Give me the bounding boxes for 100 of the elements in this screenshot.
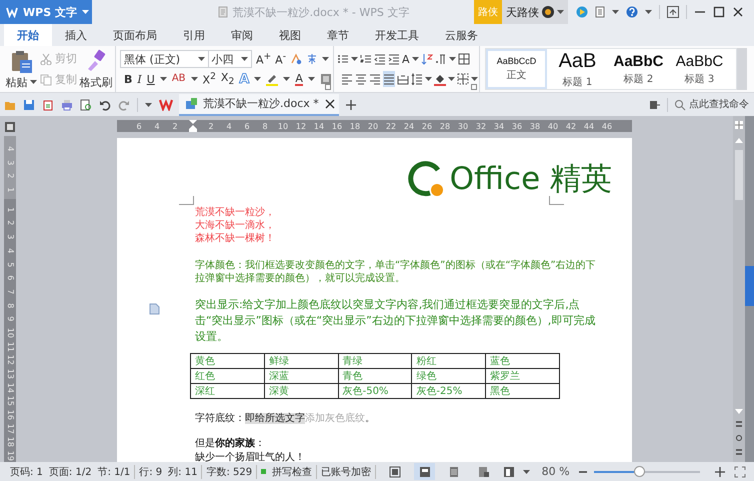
borders-icon[interactable]	[457, 73, 469, 85]
style-option[interactable]: AaB 标题 1	[547, 49, 608, 89]
ribbon-tab[interactable]: 插入	[52, 24, 100, 46]
caret-icon[interactable]	[351, 57, 358, 61]
reading-mode-icon[interactable]	[502, 466, 515, 478]
format-button[interactable]: A	[295, 72, 303, 86]
ribbon-tab[interactable]: 开始	[4, 24, 52, 46]
print-preview-icon[interactable]	[80, 98, 92, 110]
paste-button[interactable]: 粘贴	[4, 48, 38, 90]
ruler-number: 10	[276, 122, 290, 130]
document-tab[interactable]: 荒漠不缺一粒沙.docx *	[179, 94, 339, 116]
font-size-button[interactable]: A$^{-}$	[275, 52, 286, 66]
line-spacing-icon[interactable]	[411, 73, 423, 85]
align-button[interactable]	[383, 71, 395, 87]
ribbon-tab[interactable]: 章节	[314, 24, 362, 46]
outdent-icon[interactable]	[374, 53, 386, 65]
style-option[interactable]: AaBbCcD 正文	[486, 49, 547, 89]
format-button[interactable]: B	[124, 74, 132, 84]
format-button[interactable]: I	[137, 74, 142, 84]
printer-icon[interactable]	[61, 98, 73, 110]
ribbon-tab[interactable]: 云服务	[432, 24, 491, 46]
caret-icon[interactable]	[190, 77, 198, 81]
format-button[interactable]: A	[239, 72, 250, 86]
table-icon[interactable]	[458, 53, 470, 65]
caret-icon[interactable]	[322, 57, 329, 61]
previous-page-icon[interactable]	[734, 421, 744, 428]
indent-marker-icon[interactable]	[189, 120, 197, 132]
close-icon[interactable]	[324, 98, 336, 110]
caret-icon[interactable]	[557, 10, 564, 14]
caret-icon[interactable]	[145, 102, 152, 106]
caret-icon[interactable]	[425, 77, 432, 81]
export-icon[interactable]	[42, 98, 54, 110]
caret-icon[interactable]	[522, 470, 530, 474]
shading-icon[interactable]	[320, 73, 332, 85]
caret-icon[interactable]	[448, 57, 456, 61]
new-tab-icon[interactable]	[345, 98, 357, 110]
highlighter-icon[interactable]	[266, 72, 278, 86]
view-mode-icon	[478, 466, 490, 478]
font-size-field[interactable]: 小四	[208, 50, 252, 68]
view-mode-button[interactable]	[414, 463, 436, 480]
caret-icon[interactable]	[283, 77, 290, 81]
pin-icon[interactable]	[649, 98, 661, 110]
format-button[interactable]: X$_{2}$	[220, 72, 234, 86]
status-item: 节: 1/1	[98, 466, 130, 478]
split-view-icon[interactable]	[734, 120, 744, 130]
play-icon[interactable]	[576, 6, 588, 18]
app-menu-button[interactable]: WPS 文字	[0, 0, 92, 24]
caret-icon[interactable]	[448, 77, 455, 81]
ribbon-tab[interactable]: 页面布局	[100, 24, 170, 46]
coin-icon[interactable]	[542, 6, 554, 18]
gallery-scrollbar[interactable]	[737, 48, 747, 90]
caret-icon[interactable]	[612, 10, 619, 14]
spell-check-button[interactable]: 拼写检查	[272, 464, 312, 478]
caret-icon[interactable]	[645, 10, 652, 14]
change-case-button[interactable]: A	[402, 54, 410, 64]
clear-format-icon[interactable]	[290, 53, 302, 65]
tab-stop-icon[interactable]	[4, 121, 16, 133]
save-icon[interactable]	[23, 98, 35, 110]
zoom-slider-thumb[interactable]	[634, 466, 646, 476]
style-option[interactable]: AaBbC 标题 2	[608, 49, 669, 89]
zoom-in-icon[interactable]	[714, 466, 726, 478]
caret-icon[interactable]	[254, 77, 262, 81]
bullets-icon[interactable]	[337, 53, 349, 65]
command-search-field[interactable]: 点此查找命令	[674, 98, 754, 110]
font-name-field[interactable]: 黑体 (正文)	[120, 50, 209, 68]
style-option[interactable]: AaBbC 标题 3	[669, 49, 730, 89]
ribbon-tab[interactable]: 引用	[170, 24, 218, 46]
ribbon-tab[interactable]: 开发工具	[362, 24, 432, 46]
numbering-icon[interactable]	[360, 53, 372, 65]
format-button[interactable]: AB	[172, 74, 186, 84]
paragraph-marks-icon[interactable]	[434, 53, 447, 65]
fill-bucket-icon[interactable]	[434, 72, 446, 86]
ribbon-tab[interactable]: 视图	[266, 24, 314, 46]
indent-icon[interactable]	[388, 53, 400, 65]
caret-icon[interactable]	[308, 77, 315, 81]
help-icon[interactable]	[626, 6, 638, 18]
format-button[interactable]: U	[146, 74, 155, 84]
next-page-icon[interactable]	[734, 448, 744, 456]
font-size-button[interactable]: A$^{+}$	[256, 52, 272, 66]
fullscreen-icon[interactable]	[734, 466, 746, 478]
scrollbar-thumb[interactable]	[735, 150, 743, 200]
encryption-button[interactable]: 已账号加密	[321, 464, 372, 478]
caret-icon[interactable]	[160, 77, 167, 81]
sort-icon[interactable]	[420, 53, 433, 65]
format-painter-button[interactable]: 格式刷	[79, 48, 113, 90]
pinyin-icon[interactable]	[306, 53, 318, 65]
ribbon-tab[interactable]: 审阅	[218, 24, 266, 46]
poem-line: 大海不缺一滴水，	[195, 219, 276, 232]
caret-icon[interactable]	[471, 77, 478, 81]
ruler-number: 4	[4, 247, 16, 256]
format-button[interactable]: X$^{2}$	[202, 72, 216, 86]
paste-options-icon[interactable]	[149, 303, 160, 315]
table-cell: 深蓝	[264, 368, 338, 384]
caret-icon[interactable]	[412, 57, 419, 61]
maximize-icon[interactable]	[713, 6, 725, 18]
undo-icon[interactable]	[99, 98, 111, 110]
close-icon[interactable]	[732, 6, 744, 18]
select-browse-icon[interactable]	[734, 434, 744, 442]
wps-logo-icon[interactable]	[159, 98, 173, 111]
document-icon[interactable]	[595, 6, 605, 18]
